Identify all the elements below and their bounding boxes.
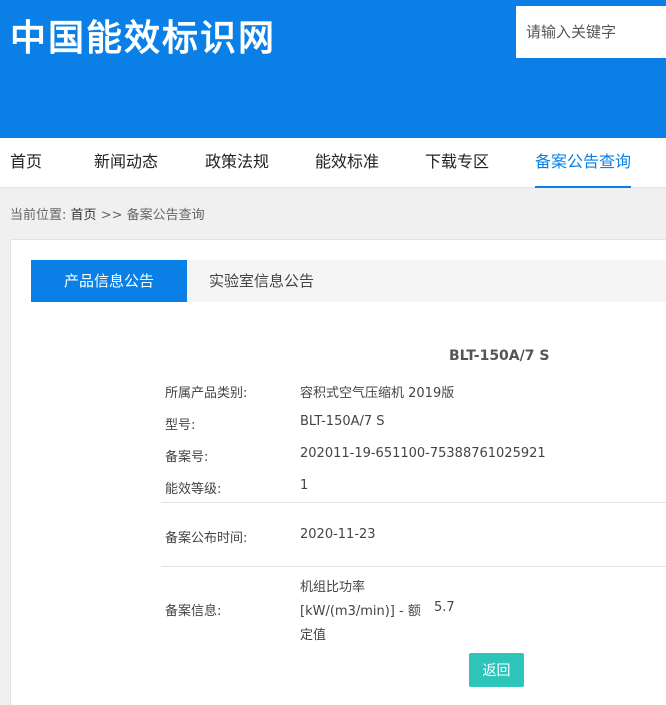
nav-item-standards[interactable]: 能效标准 xyxy=(315,138,379,188)
publish-date-value: 2020-11-23 xyxy=(300,527,376,542)
efficiency-grade-value: 1 xyxy=(300,478,309,493)
nav-item-policy[interactable]: 政策法规 xyxy=(205,138,269,188)
site-logo[interactable]: 中国能效标识网 xyxy=(10,14,276,64)
breadcrumb: 当前位置: 首页 >> 备案公告查询 xyxy=(10,204,205,223)
breadcrumb-home-link[interactable]: 首页 xyxy=(71,208,97,223)
breadcrumb-separator: >> xyxy=(100,208,123,223)
param-value: 5.7 xyxy=(434,600,455,615)
nav-item-filing-query[interactable]: 备案公告查询 xyxy=(535,138,632,188)
param-name-line3: 定值 xyxy=(300,628,327,643)
product-title: BLT-150A/7 S xyxy=(449,348,550,364)
search-input[interactable] xyxy=(516,6,666,58)
model-label: 型号: xyxy=(165,418,196,433)
tab-product-info[interactable]: 产品信息公告 xyxy=(31,260,187,302)
filing-info-label: 备案信息: xyxy=(165,604,222,619)
search-box[interactable] xyxy=(516,6,666,58)
nav-item-news[interactable]: 新闻动态 xyxy=(94,138,158,188)
tab-lab-info[interactable]: 实验室信息公告 xyxy=(209,260,314,302)
publish-date-label: 备案公布时间: xyxy=(165,531,248,546)
breadcrumb-prefix: 当前位置: xyxy=(10,208,67,223)
nav-item-home[interactable]: 首页 xyxy=(10,138,42,188)
site-header: 中国能效标识网 xyxy=(0,0,666,138)
model-value: BLT-150A/7 S xyxy=(300,414,385,429)
filing-number-value: 202011-19-651100-75388761025921 xyxy=(300,446,546,461)
filing-number-label: 备案号: xyxy=(165,450,209,465)
divider xyxy=(161,502,666,503)
divider xyxy=(161,566,666,567)
breadcrumb-current: 备案公告查询 xyxy=(126,208,205,223)
tab-bar: 产品信息公告 实验室信息公告 xyxy=(31,260,666,302)
param-name-line2: [kW/(m3/min)] - 额 xyxy=(300,604,421,619)
category-value: 容积式空气压缩机 2019版 xyxy=(300,386,455,401)
nav-item-downloads[interactable]: 下载专区 xyxy=(425,138,489,188)
main-nav: 首页 新闻动态 政策法规 能效标准 下载专区 备案公告查询 xyxy=(0,138,666,188)
back-button[interactable]: 返回 xyxy=(469,653,524,687)
category-label: 所属产品类别: xyxy=(165,386,248,401)
param-name-line1: 机组比功率 xyxy=(300,580,366,595)
efficiency-grade-label: 能效等级: xyxy=(165,482,222,497)
content-panel: 产品信息公告 实验室信息公告 BLT-150A/7 S 所属产品类别: 容积式空… xyxy=(10,239,666,705)
